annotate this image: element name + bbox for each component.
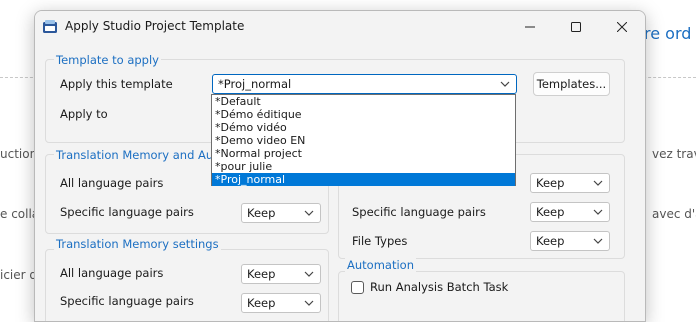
combo-value: Keep [247, 267, 276, 281]
tm-automated-specific-pairs-label: Specific language pairs [60, 205, 194, 219]
minimize-icon [525, 26, 535, 28]
tm-settings-specific-pairs-combo[interactable]: Keep [241, 293, 321, 313]
chevron-down-icon [304, 271, 314, 277]
dialog-title: Apply Studio Project Template [65, 19, 245, 33]
studio-app-icon [43, 20, 57, 33]
file-types-combo[interactable]: Keep [530, 231, 610, 251]
template-dropdown-list: *Default *Démo éditique *Démo vidéo *Demo v… [211, 94, 516, 186]
combo-value: Keep [247, 206, 276, 220]
dropdown-option[interactable]: *pour julie [212, 160, 515, 173]
background-heading: re ord [644, 24, 692, 43]
run-analysis-label: Run Analysis Batch Task [370, 280, 509, 294]
combo-value: Keep [536, 205, 565, 219]
right-specific-pairs-combo[interactable]: Keep [530, 202, 610, 222]
chevron-down-icon [304, 210, 314, 216]
title-bar: Apply Studio Project Template [35, 11, 645, 43]
chevron-down-icon [593, 180, 603, 186]
maximize-button[interactable] [553, 11, 599, 43]
templates-button[interactable]: Templates... [533, 72, 610, 96]
background-text-left-3: icier d [0, 268, 38, 282]
apply-template-label: Apply this template [60, 77, 173, 91]
tm-automated-all-pairs-label: All language pairs [60, 176, 164, 190]
dropdown-option[interactable]: *Normal project [212, 147, 515, 160]
apply-to-label: Apply to [60, 107, 108, 121]
combo-value: Keep [247, 296, 276, 310]
background-text-left-1: uction [0, 147, 38, 161]
background-text-right-1: vez trava [652, 147, 696, 161]
maximize-icon [571, 22, 581, 32]
tm-settings-all-pairs-label: All language pairs [60, 266, 164, 280]
dropdown-option[interactable]: *Proj_normal [212, 173, 515, 186]
tm-settings-group-title: Translation Memory settings [54, 237, 221, 251]
dropdown-option[interactable]: *Demo video EN [212, 134, 515, 147]
close-icon [617, 22, 627, 32]
tm-automated-specific-pairs-combo[interactable]: Keep [241, 203, 321, 223]
template-group-title: Template to apply [54, 53, 161, 67]
right-specific-pairs-label: Specific language pairs [352, 205, 486, 219]
minimize-button[interactable] [507, 11, 553, 43]
file-types-label: File Types [352, 234, 408, 248]
dropdown-option[interactable]: *Démo vidéo [212, 121, 515, 134]
tm-settings-all-pairs-combo[interactable]: Keep [241, 264, 321, 284]
run-analysis-checkbox[interactable] [351, 281, 364, 294]
chevron-down-icon [593, 209, 603, 215]
automation-group-title: Automation [345, 258, 416, 272]
dropdown-option[interactable]: *Default [212, 95, 515, 108]
close-button[interactable] [599, 11, 645, 43]
combo-value: Keep [536, 176, 565, 190]
chevron-down-icon [593, 238, 603, 244]
dropdown-option[interactable]: *Démo éditique [212, 108, 515, 121]
combo-value: Keep [536, 234, 565, 248]
chevron-down-icon [500, 81, 510, 87]
template-combo[interactable]: *Proj_normal [212, 74, 517, 94]
background-text-right-2: avec d'a [652, 207, 696, 221]
right-row1-combo[interactable]: Keep [530, 173, 610, 193]
template-combo-value: *Proj_normal [218, 77, 292, 91]
automation-group [338, 271, 625, 321]
